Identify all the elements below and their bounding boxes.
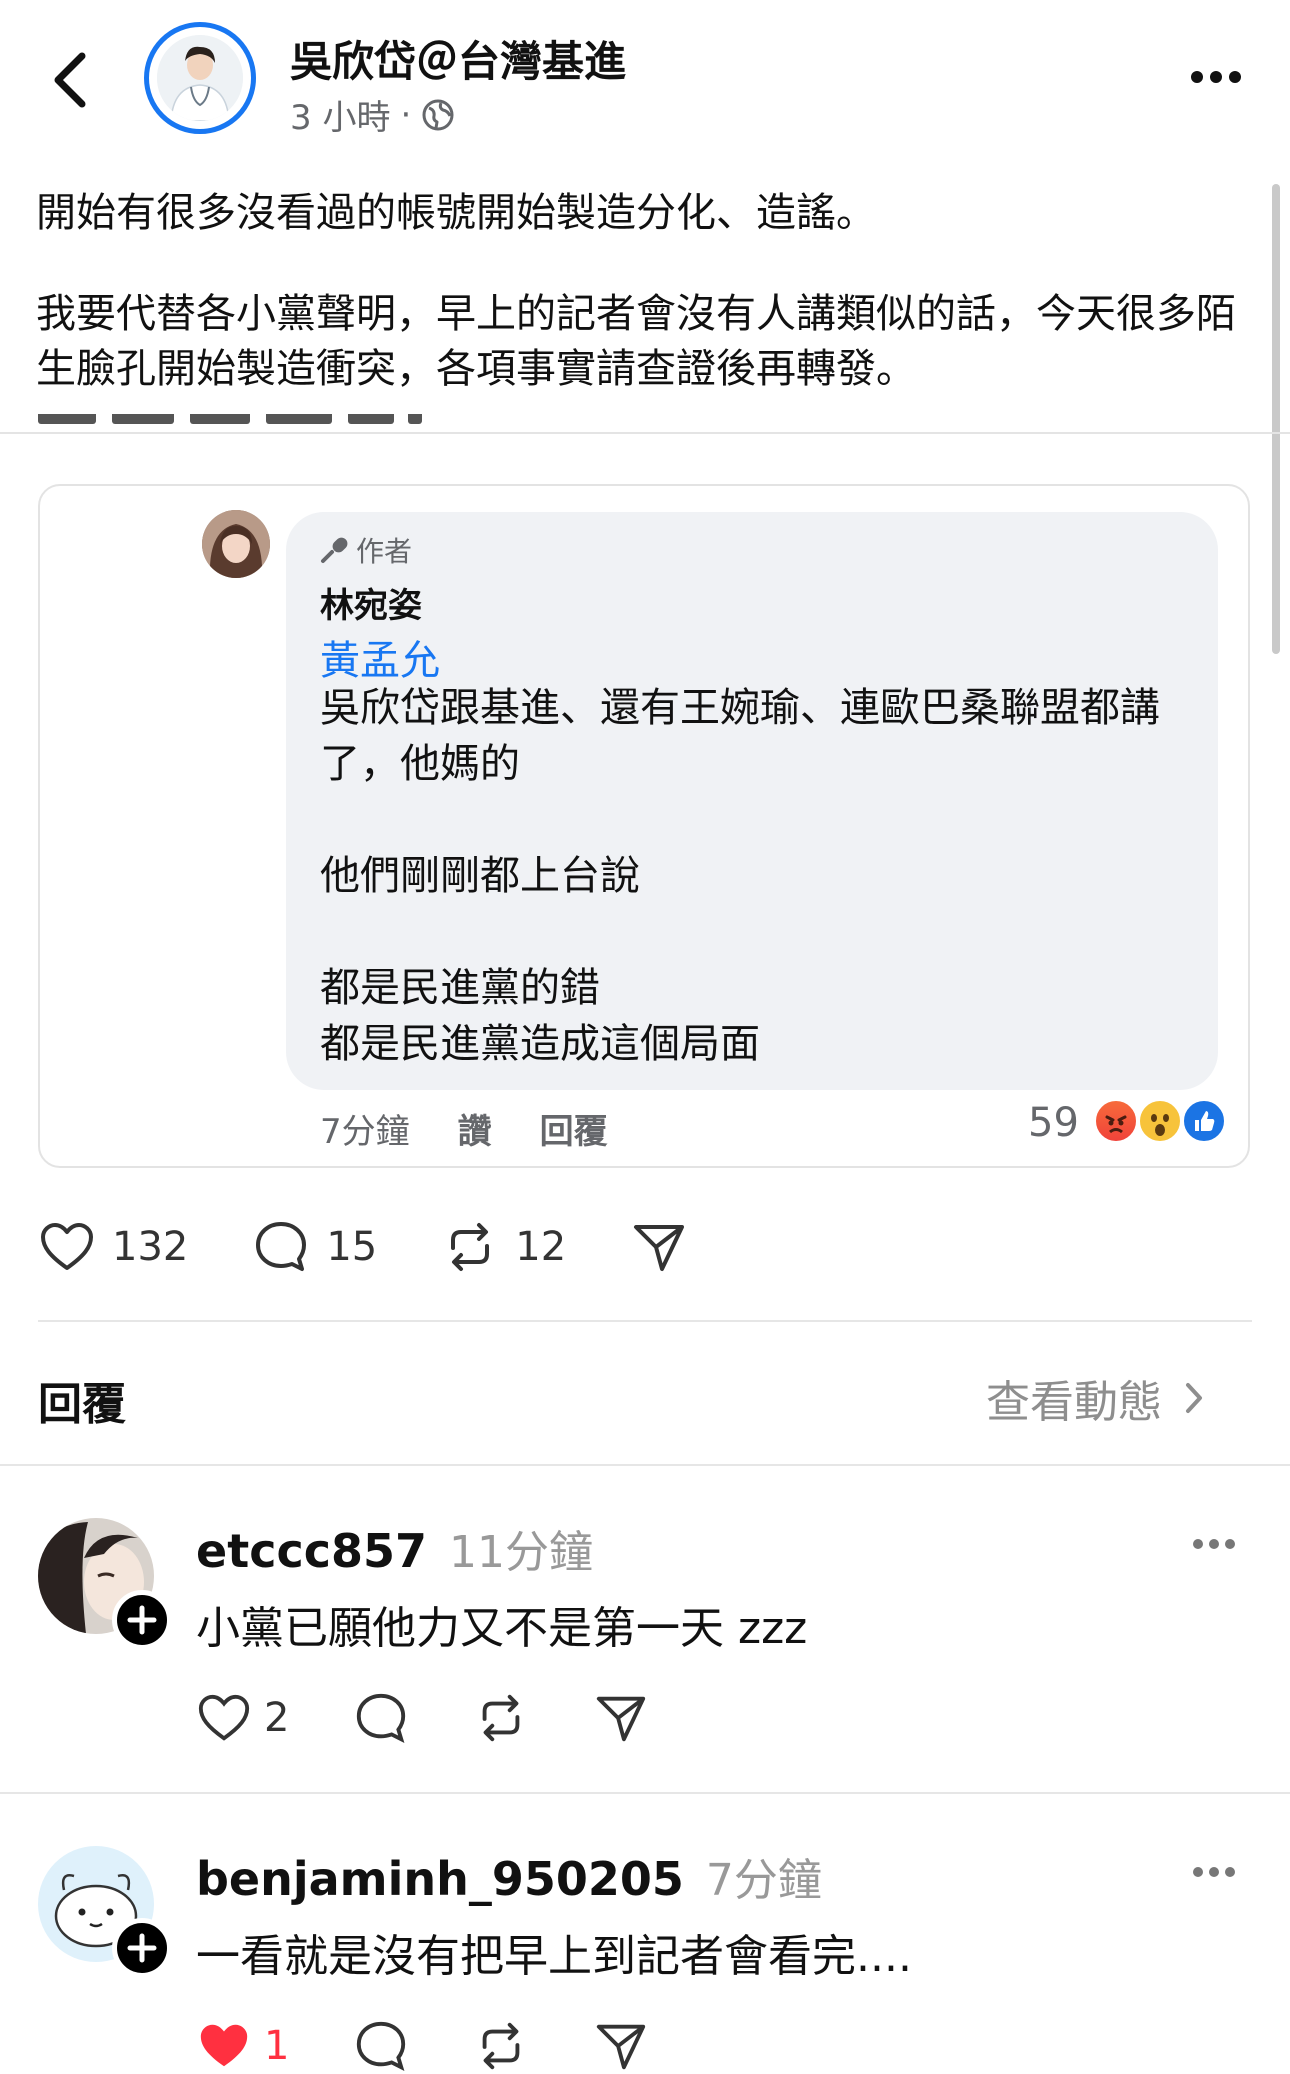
- like-reaction-icon: [1181, 1098, 1227, 1144]
- follow-button[interactable]: [112, 1918, 172, 1978]
- comment-actions: 7分鐘 讚 回覆: [320, 1104, 608, 1153]
- comment-icon: [256, 1222, 307, 1271]
- reply-header: benjaminh_950205 7分鐘: [196, 1844, 822, 1908]
- wow-reaction-icon: [1137, 1098, 1183, 1144]
- mentioned-user-link: 黃孟允: [320, 638, 440, 684]
- reply-repost-button[interactable]: [473, 2018, 529, 2074]
- author-badge: 作者: [320, 530, 412, 570]
- angry-reaction-icon: [1093, 1098, 1139, 1144]
- reply-share-button[interactable]: [593, 1690, 649, 1746]
- more-horizontal-icon: [1191, 71, 1241, 83]
- reply-like-count: 1: [264, 2023, 290, 2069]
- reply-header: etccc857 11分鐘: [196, 1516, 593, 1580]
- comment-like-link: 讚: [457, 1112, 492, 1152]
- post-body: 開始有很多沒看過的帳號開始製造分化、造謠。 我要代替各小黨聲明，早上的記者會沒有…: [36, 186, 1256, 443]
- reply-username[interactable]: etccc857: [196, 1524, 427, 1578]
- comment-paragraph: 他們剛剛都上台說: [320, 853, 640, 899]
- reply-comment-button[interactable]: [353, 2018, 409, 2074]
- comment-paragraph: 都是民進黨的錯 都是民進黨造成這個局面: [320, 965, 760, 1067]
- commenter-name: 林宛姿: [320, 586, 422, 626]
- chevron-right-icon: [1186, 1383, 1202, 1413]
- screenshot-seam: [0, 432, 1290, 434]
- reply-like-button[interactable]: 2: [196, 1690, 289, 1746]
- view-activity-link[interactable]: 查看動態: [986, 1366, 1204, 1430]
- reaction-count: 59: [1028, 1100, 1079, 1146]
- repost-count: 12: [515, 1224, 567, 1270]
- comment-count: 15: [326, 1224, 378, 1270]
- post-time: 3 小時: [290, 98, 391, 138]
- share-icon: [597, 2024, 646, 2070]
- repost-icon: [451, 1223, 490, 1271]
- chevron-left-icon: [54, 52, 86, 108]
- text-scrollbar[interactable]: [1272, 184, 1280, 654]
- share-icon: [634, 1225, 685, 1271]
- reply-text: 小黨已願他力又不是第一天 zzz: [196, 1603, 808, 1654]
- like-count: 132: [112, 1224, 189, 1270]
- back-button[interactable]: [50, 52, 90, 108]
- reply-comment-button[interactable]: [353, 1690, 409, 1746]
- reply-like-button[interactable]: 1: [196, 2018, 289, 2074]
- comment-paragraph: 吳欣岱跟基進、還有王婉瑜、連歐巴桑聯盟都講了，他媽的: [320, 685, 1160, 787]
- repost-icon: [483, 2022, 520, 2070]
- commenter-avatar: [202, 510, 270, 578]
- divider: [0, 1792, 1290, 1794]
- post-meta: 3 小時 ·: [290, 90, 455, 139]
- doctor-avatar-image: [157, 35, 243, 121]
- reply-share-button[interactable]: [593, 2018, 649, 2074]
- reply-actions: 2: [196, 1690, 713, 1746]
- comment-reply-link: 回覆: [539, 1112, 608, 1152]
- reply-text: 一看就是沒有把早上到記者會看完....: [196, 1931, 912, 1982]
- heart-icon: [41, 1223, 93, 1270]
- microphone-icon: [321, 537, 348, 563]
- post-paragraph: 我要代替各小黨聲明，早上的記者會沒有人講類似的話，今天很多陌生臉孔開始製造衝突，…: [36, 291, 1236, 392]
- globe-icon: [422, 99, 454, 130]
- more-horizontal-icon: [1193, 1867, 1235, 1877]
- post-author-name[interactable]: 吳欣岱＠台灣基進: [290, 28, 626, 89]
- share-button[interactable]: [630, 1218, 688, 1276]
- comment-body: 吳欣岱跟基進、還有王婉瑜、連歐巴桑聯盟都講了，他媽的 他們剛剛都上台說 都是民進…: [320, 680, 1200, 1128]
- reply-actions: 1: [196, 2018, 713, 2074]
- reply-like-count: 2: [264, 1695, 290, 1741]
- plus-icon: [127, 1605, 157, 1635]
- more-horizontal-icon: [1193, 1539, 1235, 1549]
- comment-time: 7分鐘: [320, 1112, 410, 1152]
- plus-icon: [127, 1933, 157, 1963]
- reply-repost-button[interactable]: [473, 1690, 529, 1746]
- divider: [0, 1464, 1290, 1466]
- heart-filled-icon: [200, 2024, 248, 2067]
- post-paragraph: 開始有很多沒看過的帳號開始製造分化、造謠。: [36, 190, 876, 236]
- author-avatar[interactable]: [144, 22, 256, 134]
- reply-username[interactable]: benjaminh_950205: [196, 1852, 684, 1906]
- meta-separator: ·: [400, 94, 412, 135]
- clipped-text-fragment: [38, 414, 428, 432]
- comment-button[interactable]: 15: [252, 1218, 377, 1276]
- share-icon: [597, 1696, 646, 1742]
- repost-button[interactable]: 12: [441, 1218, 566, 1276]
- comment-icon: [357, 1693, 406, 1743]
- like-button[interactable]: 132: [38, 1218, 188, 1276]
- replies-section-title: 回覆: [38, 1379, 126, 1430]
- reply-options-button[interactable]: [1192, 1864, 1236, 1878]
- reply-options-button[interactable]: [1192, 1536, 1236, 1550]
- repost-icon: [483, 1694, 520, 1742]
- divider: [38, 1320, 1252, 1322]
- comment-icon: [357, 2021, 406, 2071]
- follow-button[interactable]: [112, 1590, 172, 1650]
- view-activity-label: 查看動態: [986, 1377, 1162, 1428]
- post-engagement-bar: 132 15 12: [38, 1218, 752, 1276]
- reply-time: 11分鐘: [449, 1527, 594, 1578]
- reply-time: 7分鐘: [705, 1855, 822, 1906]
- author-badge-label: 作者: [356, 535, 413, 568]
- heart-icon: [198, 1694, 250, 1741]
- post-options-button[interactable]: [1190, 68, 1242, 86]
